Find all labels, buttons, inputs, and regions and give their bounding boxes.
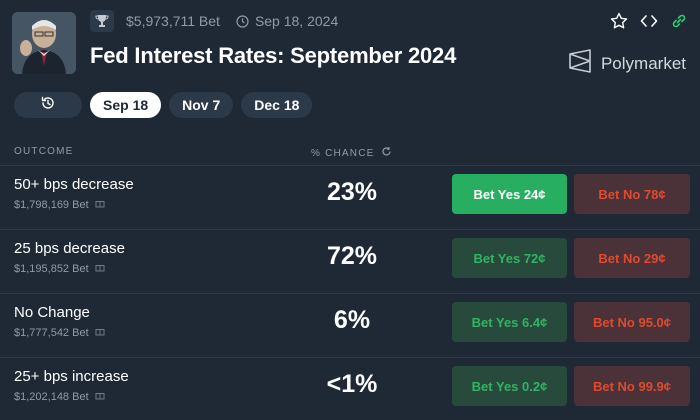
- market-meta: $5,973,711 Bet Sep 18, 2024: [90, 10, 338, 32]
- clock-icon: [236, 14, 249, 28]
- date-tabs: Sep 18 Nov 7 Dec 18: [14, 92, 313, 118]
- outcome-row: 25+ bps increase $1,202,148 Bet <1% Bet …: [0, 357, 700, 420]
- bet-no-button[interactable]: Bet No 95.0¢: [574, 302, 690, 342]
- outcome-name: 50+ bps decrease: [14, 176, 134, 193]
- outcome-chance: 6%: [333, 306, 371, 334]
- outcome-name: No Change: [14, 304, 90, 321]
- outcome-volume: $1,777,542 Bet: [14, 326, 105, 339]
- star-icon[interactable]: [610, 12, 628, 30]
- bet-no-button[interactable]: Bet No 29¢: [574, 238, 690, 278]
- bet-no-button[interactable]: Bet No 99.9¢: [574, 366, 690, 406]
- end-date: Sep 18, 2024: [254, 13, 339, 29]
- total-bet: $5,973,711 Bet: [126, 13, 220, 29]
- trophy-icon: [90, 10, 114, 32]
- outcome-volume: $1,798,169 Bet: [14, 198, 105, 211]
- outcome-volume-text: $1,798,169 Bet: [14, 198, 89, 211]
- market-image: [12, 12, 76, 74]
- outcome-chance: 23%: [326, 178, 378, 206]
- market-header: $5,973,711 Bet Sep 18, 2024 Fed Interest…: [0, 0, 700, 90]
- outcome-name: 25 bps decrease: [14, 240, 125, 257]
- outcome-volume: $1,195,852 Bet: [14, 262, 105, 275]
- gift-icon: [95, 262, 105, 275]
- history-button[interactable]: [14, 92, 82, 118]
- outcome-name: 25+ bps increase: [14, 368, 129, 385]
- history-icon: [40, 95, 56, 116]
- link-icon[interactable]: [670, 12, 688, 30]
- bet-no-button[interactable]: Bet No 78¢: [574, 174, 690, 214]
- gift-icon: [95, 198, 105, 211]
- refresh-icon[interactable]: [381, 146, 392, 160]
- bet-yes-button[interactable]: Bet Yes 72¢: [452, 238, 567, 278]
- bet-yes-button[interactable]: Bet Yes 6.4¢: [452, 302, 567, 342]
- outcome-column-header: OUTCOME: [14, 146, 74, 157]
- gift-icon: [95, 390, 105, 403]
- chance-column-label: % CHANCE: [311, 147, 375, 159]
- page-title: Fed Interest Rates: September 2024: [90, 43, 457, 68]
- outcome-volume: $1,202,148 Bet: [14, 390, 105, 403]
- brand[interactable]: Polymarket: [567, 48, 686, 79]
- gift-icon: [95, 326, 105, 339]
- outcome-volume-text: $1,777,542 Bet: [14, 326, 89, 339]
- outcome-volume-text: $1,195,852 Bet: [14, 262, 89, 275]
- tab-dec-18[interactable]: Dec 18: [241, 92, 313, 118]
- market-actions: [610, 12, 688, 30]
- tab-sep-18[interactable]: Sep 18: [90, 92, 162, 118]
- chance-column-header: % CHANCE: [311, 146, 392, 160]
- polymarket-logo-icon: [567, 48, 593, 79]
- embed-icon[interactable]: [640, 12, 658, 30]
- tab-nov-7[interactable]: Nov 7: [169, 92, 234, 118]
- outcome-chance: 72%: [326, 242, 378, 270]
- bet-yes-button[interactable]: Bet Yes 0.2¢: [452, 366, 567, 406]
- brand-name: Polymarket: [600, 53, 686, 73]
- outcome-row: No Change $1,777,542 Bet 6% Bet Yes 6.4¢…: [0, 293, 700, 357]
- outcome-row: 50+ bps decrease $1,798,169 Bet 23% Bet …: [0, 165, 700, 229]
- outcome-chance: <1%: [326, 370, 378, 398]
- bet-yes-button[interactable]: Bet Yes 24¢: [452, 174, 567, 214]
- outcome-row: 25 bps decrease $1,195,852 Bet 72% Bet Y…: [0, 229, 700, 293]
- outcome-volume-text: $1,202,148 Bet: [14, 390, 89, 403]
